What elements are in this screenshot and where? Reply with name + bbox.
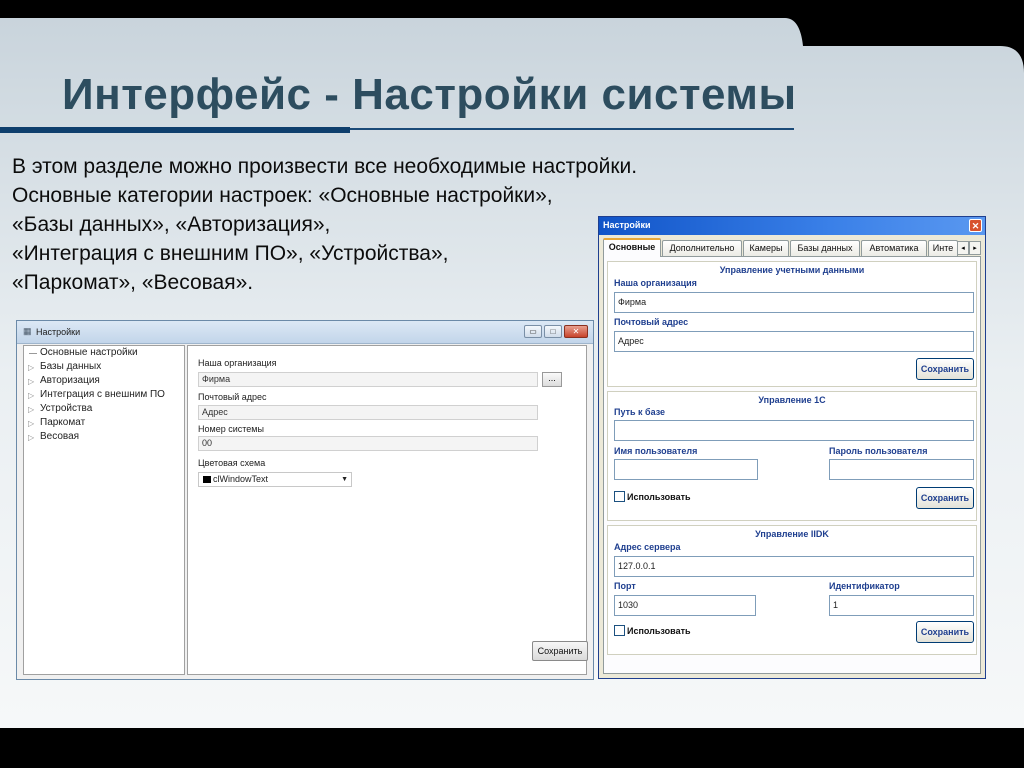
tab-additional[interactable]: Дополнительно: [662, 240, 742, 256]
user-label: Имя пользователя: [614, 446, 698, 456]
tab-bar: Основные Дополнительно Камеры Базы данны…: [603, 238, 983, 257]
expand-arrow-icon[interactable]: ▷: [28, 375, 34, 389]
tree-item-weighing[interactable]: ▷ Весовая: [24, 430, 184, 444]
color-select-value: clWindowText: [213, 474, 269, 484]
tree-item-label: Паркомат: [40, 417, 86, 428]
tab-automation[interactable]: Автоматика: [861, 240, 927, 256]
use-1c-checkbox[interactable]: [614, 491, 625, 502]
body-line: Основные категории настроек: «Основные н…: [12, 184, 553, 207]
path-input[interactable]: [614, 420, 974, 441]
sysnum-input[interactable]: 00: [198, 436, 538, 451]
close-button[interactable]: ✕: [564, 325, 588, 338]
server-input[interactable]: 127.0.0.1: [614, 556, 974, 577]
sysnum-label: Номер системы: [198, 424, 264, 434]
save-iidk-button[interactable]: Сохранить: [916, 621, 974, 643]
expand-arrow-icon[interactable]: ▷: [28, 403, 34, 417]
settings-panel: Наша организация Фирма ... Почтовый адре…: [187, 345, 588, 675]
tree-item-basic[interactable]: Основные настройки: [24, 346, 184, 360]
org-label: Наша организация: [198, 358, 277, 368]
port-input[interactable]: 1030: [614, 595, 756, 616]
group-accounts: Управление учетными данными Наша организ…: [607, 261, 977, 387]
path-label: Путь к базе: [614, 407, 666, 417]
org-input[interactable]: Фирма: [614, 292, 974, 313]
id-input[interactable]: 1: [829, 595, 974, 616]
window-title: Настройки: [36, 327, 81, 337]
title-underline-thick: [0, 127, 350, 133]
color-swatch: [203, 476, 211, 483]
group-title: Управление IIDK: [755, 529, 829, 539]
maximize-button[interactable]: □: [544, 325, 562, 338]
mail-input[interactable]: Адрес: [614, 331, 974, 352]
group-title: Управление 1С: [758, 395, 826, 405]
use-iidk-label: Использовать: [627, 626, 691, 636]
use-1c-label: Использовать: [627, 492, 691, 502]
server-label: Адрес сервера: [614, 542, 681, 552]
tree-item-label: Устройства: [40, 403, 93, 414]
settings-window-right: Настройки ✕ Основные Дополнительно Камер…: [598, 216, 986, 679]
color-select[interactable]: clWindowText ▼: [198, 472, 352, 487]
tab-integration[interactable]: Инте: [928, 240, 958, 256]
save-button[interactable]: Сохранить: [532, 641, 588, 661]
password-input[interactable]: [829, 459, 974, 480]
tab-prev-icon[interactable]: ◂: [957, 241, 969, 255]
tree-item-label: Основные настройки: [40, 347, 138, 358]
tree-item-devices[interactable]: ▷ Устройства: [24, 402, 184, 416]
tree-item-label: Весовая: [40, 431, 80, 442]
org-input[interactable]: Фирма: [198, 372, 538, 387]
expand-arrow-icon[interactable]: ▷: [28, 417, 34, 431]
window-controls: ▭ □ ✕: [524, 325, 588, 338]
tab-panel: Управление учетными данными Наша организ…: [603, 256, 981, 674]
group-iidk: Управление IIDK Адрес сервера 127.0.0.1 …: [607, 525, 977, 655]
port-label: Порт: [614, 581, 636, 591]
tab-databases[interactable]: Базы данных: [790, 240, 860, 256]
tab-basic[interactable]: Основные: [603, 238, 661, 257]
expand-arrow-icon[interactable]: ▷: [28, 431, 34, 445]
mail-label: Почтовый адрес: [198, 392, 267, 402]
page-title: Интерфейс - Настройки системы: [62, 70, 797, 119]
browse-button[interactable]: ...: [542, 372, 562, 387]
group-title: Управление учетными данными: [719, 265, 865, 275]
close-button[interactable]: ✕: [969, 219, 982, 232]
tree-item-label: Интеграция с внешним ПО: [40, 389, 165, 400]
tree-item-parking[interactable]: ▷ Паркомат: [24, 416, 184, 430]
body-line: В этом разделе можно произвести все необ…: [12, 155, 638, 178]
tree-item-label: Авторизация: [40, 375, 100, 386]
settings-tree: Основные настройки ▷ Базы данных ▷ Авториз…: [23, 345, 185, 675]
mail-label: Почтовый адрес: [614, 317, 689, 327]
expand-arrow-icon[interactable]: ▷: [28, 361, 34, 375]
window-title: Настройки: [603, 220, 651, 230]
use-iidk-checkbox[interactable]: [614, 625, 625, 636]
settings-window-left: ▦ Настройки ▭ □ ✕ Основные настройки ▷ Ба…: [16, 320, 594, 680]
tab-next-icon[interactable]: ▸: [969, 241, 981, 255]
save-1c-button[interactable]: Сохранить: [916, 487, 974, 509]
expand-arrow-icon[interactable]: ▷: [28, 389, 34, 403]
tree-item-databases[interactable]: ▷ Базы данных: [24, 360, 184, 374]
save-accounts-button[interactable]: Сохранить: [916, 358, 974, 380]
password-label: Пароль пользователя: [829, 446, 928, 456]
tab-cameras[interactable]: Камеры: [743, 240, 789, 256]
tree-line-icon: [29, 353, 37, 354]
tree-item-auth[interactable]: ▷ Авторизация: [24, 374, 184, 388]
chevron-down-icon: ▼: [341, 476, 348, 483]
id-label: Идентификатор: [829, 581, 900, 591]
window-titlebar[interactable]: Настройки ✕: [599, 217, 985, 235]
tree-item-integration[interactable]: ▷ Интеграция с внешним ПО: [24, 388, 184, 402]
user-input[interactable]: [614, 459, 758, 480]
tree-item-label: Базы данных: [40, 361, 102, 372]
app-icon: ▦: [23, 326, 32, 336]
minimize-button[interactable]: ▭: [524, 325, 542, 338]
title-underline-thin: [350, 128, 794, 130]
tab-scroll: ◂ ▸: [957, 241, 981, 255]
org-label: Наша организация: [614, 278, 697, 288]
group-1c: Управление 1С Путь к базе Имя пользовате…: [607, 391, 977, 521]
color-label: Цветовая схема: [198, 458, 266, 468]
window-titlebar[interactable]: ▦ Настройки ▭ □ ✕: [17, 321, 593, 344]
mail-input[interactable]: Адрес: [198, 405, 538, 420]
